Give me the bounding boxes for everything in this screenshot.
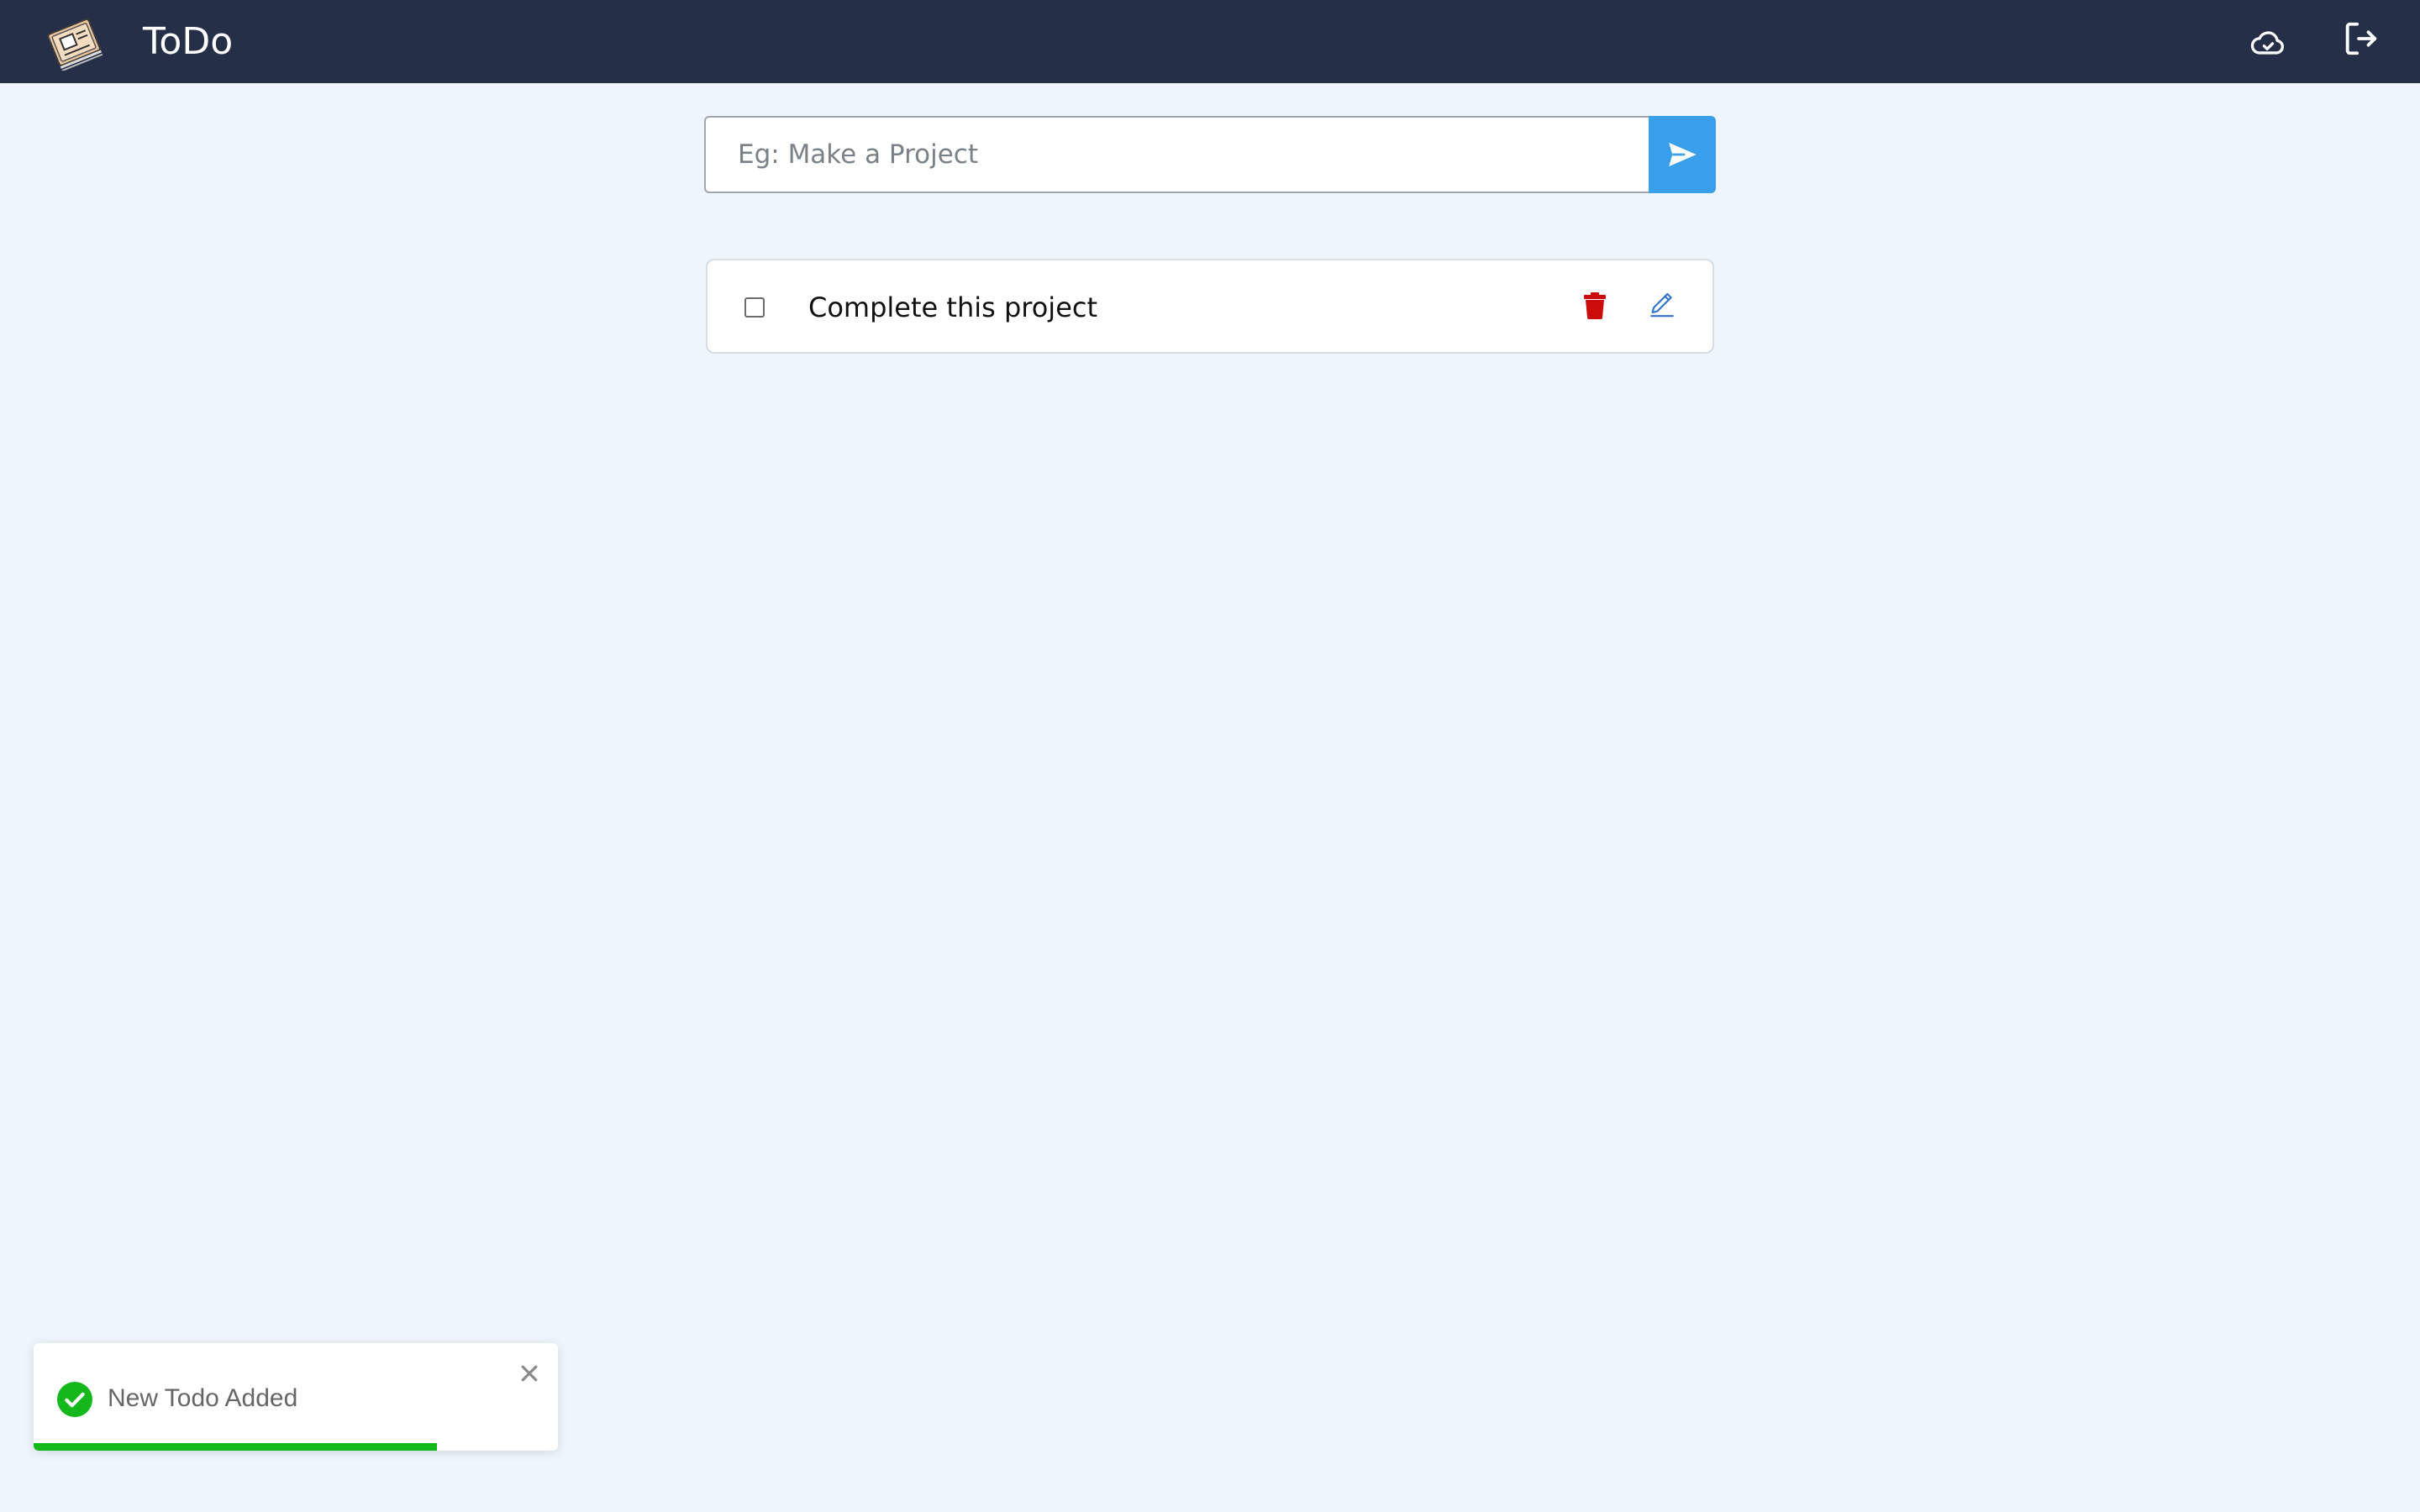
add-todo-form: [704, 116, 1716, 193]
add-todo-button[interactable]: [1649, 116, 1716, 193]
todo-item: Complete this project: [706, 259, 1714, 354]
edit-todo-button[interactable]: [1644, 286, 1681, 323]
app-title: ToDo: [143, 20, 234, 63]
pencil-icon: [1650, 292, 1674, 318]
cloud-sync-button[interactable]: [2247, 22, 2289, 64]
toast-message: New Todo Added: [108, 1384, 298, 1412]
todo-input[interactable]: [704, 116, 1649, 193]
todo-text: Complete this project: [808, 291, 1098, 323]
logout-icon: [2345, 22, 2377, 55]
todo-list: Complete this project: [706, 259, 1714, 354]
check-circle-icon: [57, 1382, 92, 1417]
toast-progress-track: [34, 1443, 558, 1451]
notebook-logo-icon: [42, 13, 108, 72]
close-icon: [521, 1365, 538, 1382]
delete-todo-button[interactable]: [1576, 287, 1613, 324]
toast-progress-bar: [34, 1443, 438, 1451]
logout-button[interactable]: [2339, 18, 2381, 60]
cloud-sync-icon: [2250, 31, 2284, 55]
navbar: ToDo: [0, 0, 2420, 83]
todo-checkbox[interactable]: [744, 297, 765, 318]
trash-icon: [1584, 292, 1606, 319]
toast-close-button[interactable]: [514, 1358, 544, 1389]
send-icon: [1669, 142, 1697, 167]
toast-notification: New Todo Added: [34, 1343, 558, 1451]
